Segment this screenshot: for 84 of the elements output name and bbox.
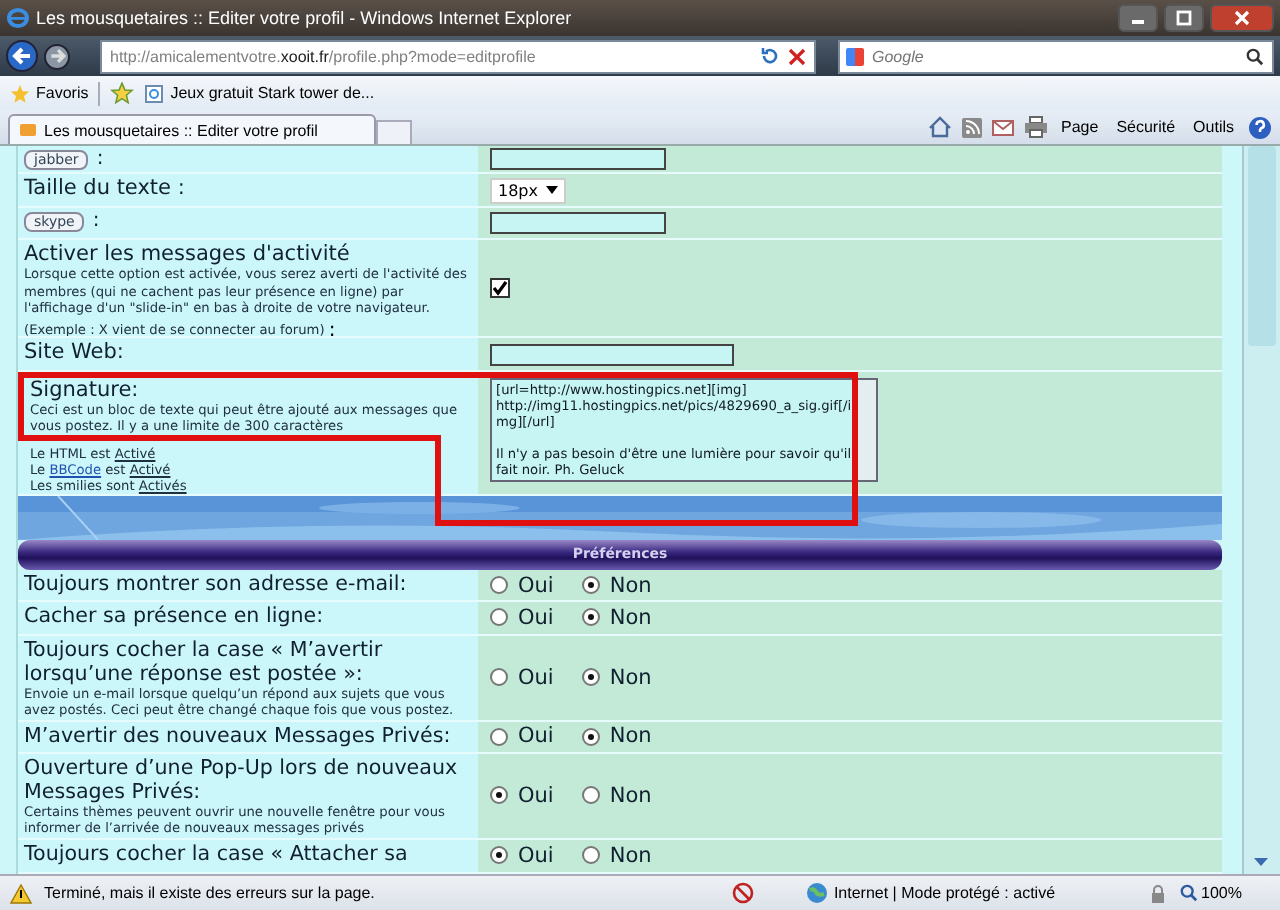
toolbar-menu-button[interactable]: Outils	[1189, 118, 1238, 136]
radio-button[interactable]	[581, 576, 600, 595]
field-label: Ouverture d’une Pop-Up lors de nouveaux Messages Privés:	[24, 755, 460, 804]
feed-icon[interactable]	[961, 117, 981, 137]
dropdown-caret-icon	[546, 186, 558, 195]
privacy-icon	[731, 882, 754, 904]
forward-button[interactable]	[44, 43, 70, 69]
font-size-select[interactable]: 18px	[490, 177, 566, 204]
radio-button[interactable]	[581, 786, 600, 805]
radio-label: Non	[609, 605, 652, 630]
radio-button[interactable]	[581, 727, 600, 746]
home-icon[interactable]	[927, 116, 951, 138]
field-label: :	[328, 319, 336, 337]
page-scrollbar[interactable]	[1242, 146, 1280, 874]
text-field[interactable]	[490, 148, 666, 170]
radio-button[interactable]	[581, 668, 600, 687]
radio-label: Non	[609, 573, 652, 598]
field-label: M’avertir des nouveaux Messages Privés:	[24, 723, 451, 748]
close-button[interactable]	[1210, 4, 1274, 32]
browser-logo-icon	[6, 6, 30, 30]
browser-tab[interactable]: Les mousquetaires :: Editer votre profil	[8, 114, 376, 144]
field-label: Activer les messages d'activité	[24, 242, 350, 267]
favorite-link[interactable]: Jeux gratuit Stark tower de...	[144, 83, 375, 103]
add-favorite-icon[interactable]	[110, 82, 135, 104]
field-label: Toujours montrer son adresse e-mail:	[24, 572, 407, 597]
favorites-button[interactable]: Favoris	[10, 83, 89, 103]
globe-icon	[805, 882, 828, 904]
scrollbar[interactable]	[856, 379, 876, 480]
back-button[interactable]	[6, 40, 38, 72]
scroll-down-icon[interactable]	[1254, 858, 1268, 866]
radio-label: Oui	[518, 573, 554, 598]
radio-label: Oui	[518, 783, 554, 808]
security-zone: Internet | Mode protégé : activé	[833, 884, 1056, 902]
maximize-button[interactable]	[1164, 4, 1204, 32]
text-field[interactable]	[490, 343, 734, 366]
radio-label: Oui	[518, 605, 554, 630]
toolbar-menu-button[interactable]: Sécurité	[1112, 118, 1180, 136]
warning-icon	[10, 883, 32, 903]
window-title: Les mousquetaires :: Editer votre profil - Windows Internet Explorer	[36, 8, 572, 28]
radio-button[interactable]	[490, 668, 508, 687]
field-label: Toujours cocher la case « M’avertir lorsqu’une réponse est postée »:	[24, 637, 385, 686]
toolbar-menu-button[interactable]: Page	[1057, 118, 1103, 136]
text-field[interactable]	[490, 212, 666, 235]
radio-button[interactable]	[490, 608, 508, 627]
maximize-icon	[1176, 10, 1192, 26]
field-label: :	[96, 148, 104, 172]
checkbox[interactable]	[490, 278, 510, 299]
radio-label: Non	[609, 665, 652, 690]
stop-icon[interactable]	[788, 47, 806, 65]
help-icon[interactable]	[1248, 115, 1272, 139]
radio-label: Oui	[518, 843, 554, 868]
field-label: Site Web:	[24, 340, 124, 365]
mail-icon[interactable]	[991, 119, 1013, 135]
scrollbar-thumb[interactable]	[1248, 146, 1276, 346]
star-icon	[10, 83, 30, 103]
address-field[interactable]: http://amicalementvotre.xooit.fr/profile.php?mode=editprofile	[100, 39, 816, 73]
refresh-icon[interactable]	[760, 46, 780, 66]
radio-button[interactable]	[490, 727, 508, 746]
radio-button[interactable]	[490, 846, 508, 865]
radio-label: Oui	[518, 665, 554, 690]
magnifier-icon	[1179, 884, 1198, 902]
radio-label: Oui	[518, 724, 554, 749]
close-icon	[1234, 10, 1250, 26]
radio-button[interactable]	[581, 846, 600, 865]
field-label: Taille du texte :	[24, 176, 185, 200]
field-label: Signature:	[30, 379, 139, 402]
field-label: Toujours cocher la case « Attacher sa	[24, 841, 408, 866]
back-arrow-icon	[10, 44, 34, 68]
search-icon[interactable]	[1246, 47, 1264, 65]
radio-button[interactable]	[490, 576, 508, 595]
radio-label: Non	[609, 783, 652, 808]
radio-label: Non	[609, 843, 652, 868]
status-message: Terminé, mais il existe des erreurs sur la page.	[44, 884, 375, 902]
field-label: :	[92, 210, 100, 235]
minimize-button[interactable]	[1118, 4, 1158, 32]
search-field[interactable]: Google	[838, 39, 1274, 73]
zoom-button[interactable]: 100%	[1179, 884, 1270, 902]
print-icon[interactable]	[1023, 116, 1047, 138]
radio-button[interactable]	[490, 786, 508, 805]
radio-button[interactable]	[581, 608, 600, 627]
field-label: Cacher sa présence en ligne:	[24, 604, 324, 629]
forward-arrow-icon	[47, 46, 67, 66]
radio-label: Non	[609, 724, 652, 749]
lock-icon[interactable]	[1147, 883, 1168, 903]
